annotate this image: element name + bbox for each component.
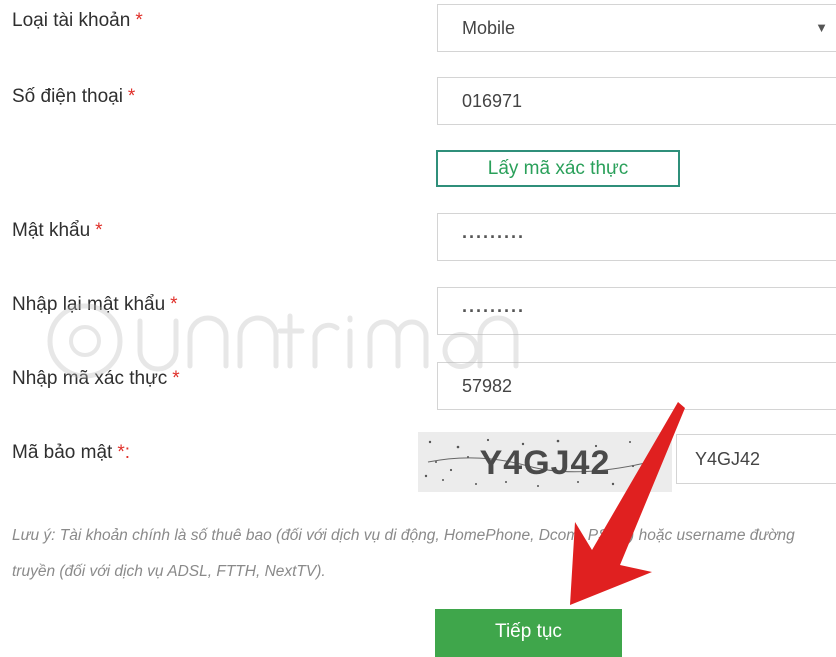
captcha-label-text: Mã bảo mật: [12, 442, 113, 463]
phone-input[interactable]: 016971: [437, 77, 836, 125]
password-input[interactable]: ·········: [437, 213, 836, 261]
required-mark: *: [135, 10, 143, 31]
required-mark: *: [172, 368, 180, 389]
password-value: ·········: [462, 227, 525, 247]
captcha-text: Y4GJ42: [480, 444, 611, 482]
captcha-label: Mã bảo mật *:: [12, 442, 130, 464]
password-label-text: Mật khẩu: [12, 220, 91, 241]
captcha-value: Y4GJ42: [695, 449, 761, 469]
account-type-value: Mobile: [462, 18, 516, 38]
password-confirm-value: ·········: [462, 301, 525, 321]
phone-label-text: Số điện thoại: [12, 86, 123, 107]
password-confirm-label-text: Nhập lại mật khẩu: [12, 294, 166, 315]
otp-code-label-text: Nhập mã xác thực: [12, 368, 168, 389]
required-mark: *: [127, 86, 136, 107]
phone-value: 016971: [462, 91, 523, 111]
account-type-label: Loại tài khoản *: [12, 10, 143, 32]
captcha-noise-icon: Y4GJ42: [418, 432, 672, 492]
password-label: Mật khẩu *: [12, 220, 103, 242]
required-mark: *:: [117, 442, 131, 463]
password-confirm-label: Nhập lại mật khẩu *: [12, 294, 178, 316]
phone-label: Số điện thoại *: [12, 86, 135, 108]
account-type-select[interactable]: Mobile ▼: [437, 4, 836, 52]
chevron-down-icon: ▼: [815, 20, 828, 35]
otp-code-value: 57982: [462, 376, 513, 396]
required-mark: *: [170, 294, 178, 315]
otp-code-label: Nhập mã xác thực *: [12, 368, 180, 390]
required-mark: *: [95, 220, 103, 241]
account-note: Lưu ý: Tài khoản chính là số thuê bao (đ…: [12, 527, 795, 580]
account-type-label-text: Loại tài khoản: [12, 10, 131, 31]
password-confirm-input[interactable]: ·········: [437, 287, 836, 335]
continue-button[interactable]: Tiếp tục: [435, 609, 622, 657]
captcha-input[interactable]: Y4GJ42: [676, 434, 836, 484]
otp-code-input[interactable]: 57982: [437, 362, 836, 410]
captcha-image: Y4GJ42: [418, 432, 672, 492]
get-otp-button[interactable]: Lấy mã xác thực: [436, 150, 680, 187]
